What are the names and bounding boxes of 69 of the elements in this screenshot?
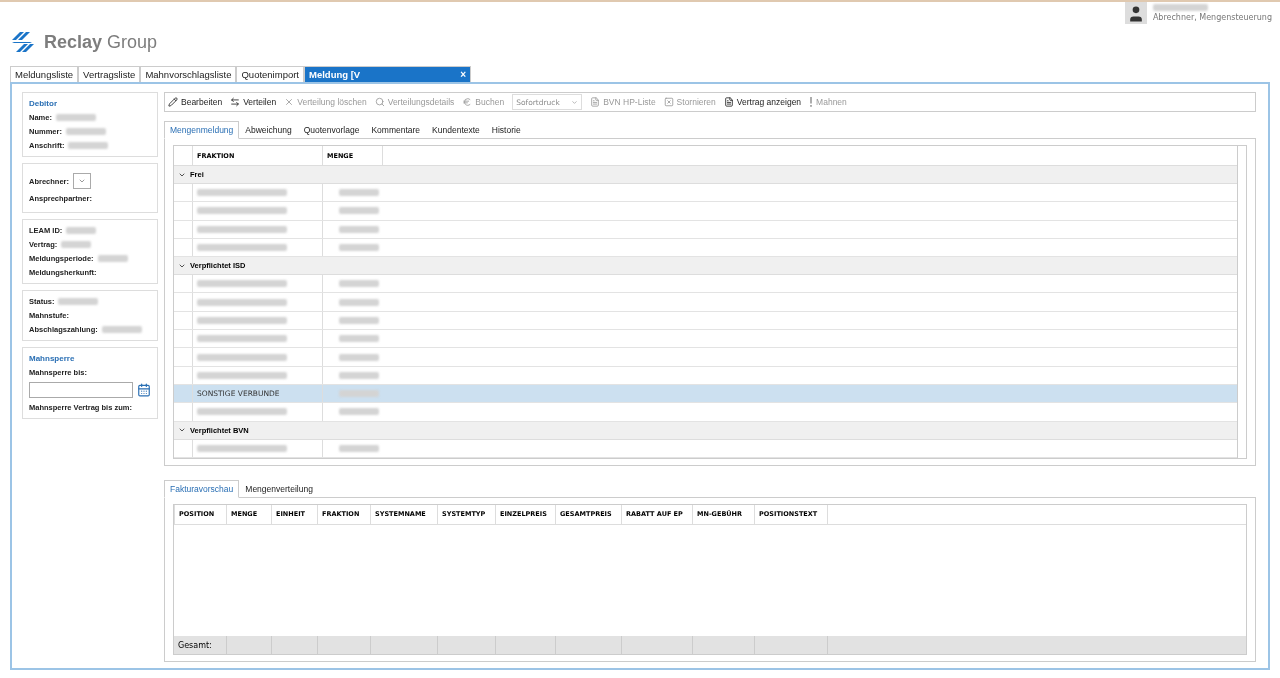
- redacted-text: [339, 335, 379, 343]
- chevron-icon: [571, 98, 579, 106]
- redacted-text: [339, 371, 379, 379]
- tab[interactable]: Fakturavorschau: [164, 479, 240, 498]
- calendar-icon[interactable]: [137, 383, 151, 397]
- tab[interactable]: Historie: [485, 121, 527, 139]
- card-title: Debitor: [29, 99, 58, 108]
- tab[interactable]: Meldungsliste: [10, 66, 79, 82]
- pencil-icon: [168, 97, 178, 107]
- scrollbar[interactable]: [1238, 145, 1247, 459]
- card-title: Mahnsperre: [29, 354, 76, 363]
- grid-row[interactable]: [174, 293, 1237, 312]
- tab[interactable]: Kundentexte: [426, 121, 486, 139]
- redacted-text: [339, 225, 379, 233]
- redacted-text: [339, 353, 379, 361]
- redacted-text: [339, 298, 379, 306]
- redacted-text: [339, 244, 379, 252]
- euro-icon: [462, 97, 473, 107]
- search-icon: [374, 97, 385, 107]
- user-avatar-icon[interactable]: [1124, 2, 1147, 24]
- redacted-text: [339, 189, 379, 197]
- total-label: Gesamt:: [177, 639, 213, 652]
- redacted-text: [1152, 4, 1208, 11]
- tab[interactable]: Mengenmeldung: [164, 121, 240, 139]
- redacted-text: [101, 326, 142, 333]
- redacted-text: [339, 207, 379, 215]
- redacted-text: [55, 114, 96, 121]
- grid-row[interactable]: [174, 403, 1237, 422]
- tab[interactable]: Mengenverteilung: [239, 479, 319, 498]
- grid-row[interactable]: [174, 202, 1237, 221]
- tab[interactable]: Mahnvorschlagsliste: [140, 66, 237, 82]
- tab[interactable]: Kommentare: [365, 121, 427, 139]
- redacted-text: [339, 408, 379, 416]
- grid-row[interactable]: [174, 184, 1237, 203]
- toolbar-button[interactable]: Bearbeiten: [168, 97, 223, 107]
- logo-text: Reclay Group: [44, 31, 158, 53]
- redacted-text: [339, 280, 379, 288]
- document-icon: [590, 97, 601, 107]
- tab[interactable]: Abweichung: [239, 121, 298, 139]
- redacted-text: [66, 227, 97, 234]
- tab[interactable]: Quotenvorlage: [297, 121, 366, 139]
- redacted-text: [65, 128, 106, 135]
- redacted-text: [339, 444, 379, 452]
- logo-icon: [10, 30, 36, 54]
- crossed-box-icon: [663, 97, 674, 107]
- toolbar-button[interactable]: Verteilen: [230, 97, 277, 107]
- redacted-text: [339, 390, 379, 398]
- grid-row[interactable]: [174, 275, 1237, 294]
- user-role: Abrechner, Mengensteuerung: [1152, 13, 1272, 22]
- tab[interactable]: Quotenimport: [236, 66, 304, 82]
- grid-row[interactable]: [174, 348, 1237, 367]
- redacted-text: [61, 241, 92, 248]
- redacted-text: [339, 316, 379, 324]
- chevron-icon: [78, 177, 86, 185]
- close-button[interactable]: ×: [460, 69, 467, 80]
- tab[interactable]: Meldung [V ×: [304, 66, 472, 82]
- tab[interactable]: Vertragsliste: [78, 66, 141, 82]
- document-icon: [723, 97, 734, 107]
- redacted-text: [68, 142, 109, 149]
- dropdown[interactable]: [73, 173, 91, 189]
- arrows-icon: [230, 97, 241, 107]
- redacted-text: [58, 298, 99, 305]
- x-icon: [284, 97, 295, 107]
- toolbar-button[interactable]: Vertrag anzeigen: [723, 97, 802, 107]
- tab-label: Meldung [V: [309, 69, 361, 80]
- exclamation-icon: [809, 97, 814, 107]
- redacted-text: [97, 255, 128, 262]
- grid-row[interactable]: [174, 330, 1237, 349]
- date-field[interactable]: [29, 382, 133, 398]
